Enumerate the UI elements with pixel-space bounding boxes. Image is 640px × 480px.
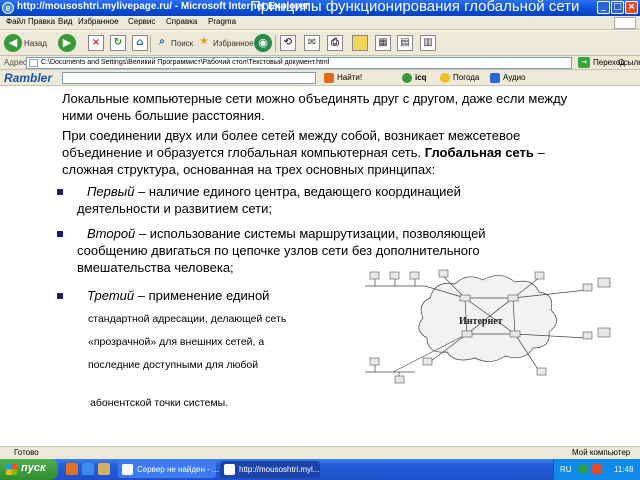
start-label: пуск (21, 462, 46, 474)
system-tray: RU 11:48 (553, 459, 640, 480)
p2-bold-term: Глобальная сеть (424, 145, 534, 160)
menu-file[interactable]: Файл (6, 17, 26, 26)
menu-help[interactable]: Справка (166, 17, 197, 26)
ie-logo-icon: e (2, 2, 14, 14)
zone-text: Мой компьютер (572, 448, 631, 457)
weather-button[interactable]: Погода (453, 73, 479, 82)
taskbar: пуск Сервер не найден - ... http://mouso… (0, 459, 640, 480)
weather-icon[interactable] (440, 73, 450, 83)
search-icon[interactable]: ⌕ (154, 35, 170, 51)
file-icon (29, 59, 38, 67)
menu-bar: Файл Правка Вид Избранное Сервис Справка… (0, 16, 640, 30)
rambler-toolbar: Rambler Найти! icq Погода Аудио (0, 70, 640, 86)
paragraph-global-network: При соединении двух или более сетей межд… (62, 127, 582, 178)
menu-tools[interactable]: Сервис (128, 17, 155, 26)
quicklaunch-ie-icon[interactable] (82, 463, 94, 475)
ie-page-icon (122, 464, 133, 475)
back-icon[interactable]: ◀ (4, 34, 22, 52)
tray-antivirus-icon[interactable] (592, 464, 602, 474)
window-title-bar[interactable]: e http://mousoshtri.mylivepage.ru/ - Mic… (0, 0, 640, 16)
history-icon[interactable]: ⟲ (280, 35, 296, 51)
bullet-1-marker (57, 189, 63, 195)
status-bar: Готово Мой компьютер (0, 446, 640, 459)
toolbar-separator (150, 35, 151, 52)
favorites-label[interactable]: Избранное (213, 39, 254, 48)
task-button-server-not-found[interactable]: Сервер не найден - ... (118, 461, 219, 478)
rambler-find-button[interactable]: Найти! (337, 73, 362, 82)
bullet-3: Третий – применение единой (87, 287, 269, 304)
bullet-3-line-2: стандартной адресации, делающей сеть (88, 313, 287, 325)
tray-network-icon[interactable] (578, 464, 588, 474)
edit-icon[interactable] (352, 35, 368, 51)
cloud-label: Интернет (459, 316, 503, 327)
task-button-mylivepage[interactable]: http://mousoshtri.myl... (220, 461, 320, 478)
page-content: Локальные компьютерные сети можно объеди… (0, 87, 640, 446)
rambler-search-input[interactable] (62, 72, 316, 84)
audio-icon[interactable] (490, 73, 500, 83)
icq-flower-icon[interactable] (402, 73, 412, 83)
windows-flag-icon (6, 464, 17, 475)
audio-button[interactable]: Аудио (503, 73, 526, 82)
search-label[interactable]: Поиск (171, 39, 193, 48)
quicklaunch-firefox-icon[interactable] (66, 463, 78, 475)
bullet-2-marker (57, 231, 63, 237)
bullet-3-text: – применение единой (134, 288, 270, 303)
maximize-icon[interactable]: □ (611, 1, 624, 14)
home-icon[interactable]: ⌂ (132, 35, 148, 51)
bullet-3-line-4: последние доступными для любой (88, 359, 259, 371)
stop-icon[interactable]: × (88, 35, 104, 51)
discuss-icon[interactable]: ▦ (375, 35, 391, 51)
icq-button[interactable]: icq (415, 73, 427, 82)
toolbar-separator (275, 35, 276, 52)
clock: 11:48 (614, 465, 634, 474)
messenger-icon[interactable]: ▤ (397, 35, 413, 51)
refresh-icon[interactable]: ↻ (110, 35, 126, 51)
back-label[interactable]: Назад (24, 39, 47, 48)
bullet-2-lead: Второй (87, 226, 136, 241)
windows-logo-icon (614, 17, 636, 29)
address-field[interactable]: C:\Documents and Settings\Великий Програ… (26, 57, 572, 69)
quicklaunch-desktop-icon[interactable] (98, 463, 110, 475)
research-icon[interactable]: ▥ (420, 35, 436, 51)
forward-icon[interactable]: ▶ (58, 34, 76, 52)
media-icon[interactable]: ◉ (254, 34, 272, 52)
intro-paragraph: Локальные компьютерные сети можно объеди… (62, 91, 568, 123)
menu-view[interactable]: Вид (58, 17, 72, 26)
bullet-3-lead: Третий (87, 288, 135, 303)
links-button[interactable]: Ссылки (618, 58, 640, 67)
menu-pragma[interactable]: Pragma (208, 17, 236, 26)
bullet-1-text: – наличие единого центра, ведающего коор… (77, 184, 461, 216)
print-icon[interactable]: ⎙ (327, 35, 343, 51)
bullet-1: Первый – наличие единого центра, ведающе… (77, 183, 507, 217)
close-icon[interactable]: × (625, 1, 638, 14)
bullet-3-marker (57, 293, 63, 299)
address-bar: Адрес: C:\Documents and Settings\Великий… (0, 56, 640, 70)
ie-page-icon (224, 464, 235, 475)
bullet-3-line-5: абонентской точки системы. (90, 397, 229, 409)
menu-favorites[interactable]: Избранное (78, 17, 119, 26)
rambler-logo[interactable]: Rambler (4, 71, 52, 85)
internet-network-diagram: Интернет (365, 269, 611, 384)
start-button[interactable]: пуск (0, 459, 58, 480)
bullet-1-lead: Первый (87, 184, 135, 199)
status-text: Готово (14, 448, 39, 457)
standard-toolbar: ◀ Назад ▶ × ↻ ⌂ ⌕ Поиск ★ Избранное ◉ ⟲ … (0, 31, 640, 56)
mail-icon[interactable]: ✉ (304, 35, 320, 51)
rambler-find-icon[interactable] (324, 73, 334, 83)
go-arrow-icon[interactable]: → (578, 57, 590, 68)
minimize-icon[interactable]: _ (597, 1, 610, 14)
bullet-3-line-3: «прозрачной» для внешних сетей, а (88, 336, 265, 348)
language-indicator[interactable]: RU (560, 465, 572, 474)
menu-edit[interactable]: Правка (28, 17, 55, 26)
address-url[interactable]: C:\Documents and Settings\Великий Програ… (41, 59, 329, 66)
favorites-icon[interactable]: ★ (196, 35, 212, 51)
slide-title: Принципы функционирования глобальной сет… (250, 0, 580, 15)
